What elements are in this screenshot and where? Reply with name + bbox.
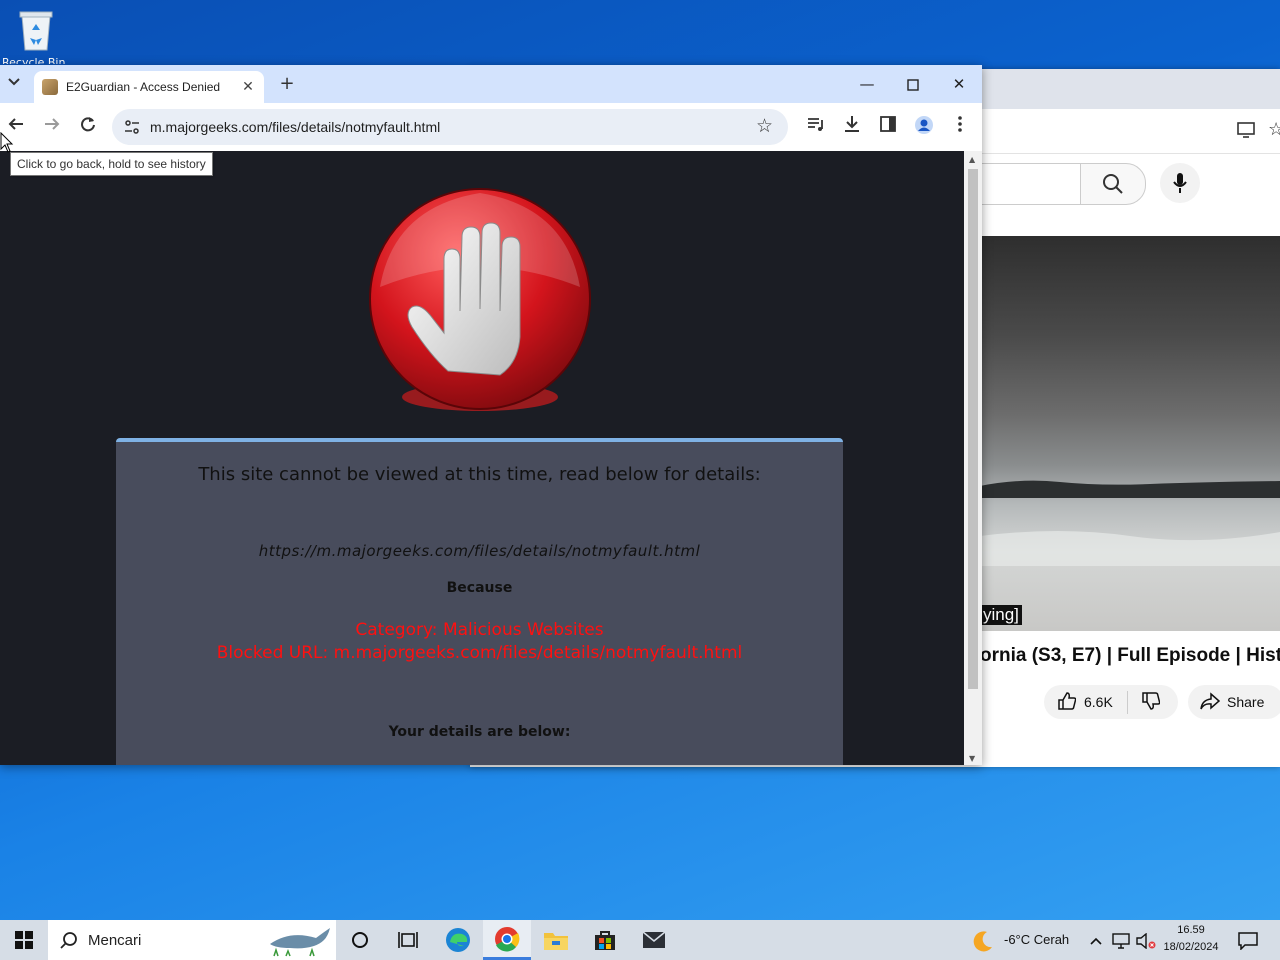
bookmark-star-icon[interactable]: ☆	[756, 115, 773, 137]
notification-center-icon[interactable]	[1238, 920, 1258, 960]
browser-window[interactable]: E2Guardian - Access Denied ✕ + — ✕ m.maj…	[0, 65, 982, 765]
like-icon[interactable]	[1056, 691, 1077, 714]
reload-icon	[81, 117, 95, 132]
download-icon[interactable]	[840, 115, 864, 139]
youtube-search-button[interactable]	[1080, 163, 1146, 205]
taskbar-search[interactable]: Mencari	[48, 920, 336, 960]
network-icon[interactable]	[1112, 920, 1130, 960]
forward-arrow-icon	[45, 118, 60, 130]
weather-moon-icon[interactable]	[970, 920, 994, 960]
maximize-button[interactable]	[890, 69, 936, 99]
close-button[interactable]: ✕	[936, 69, 982, 99]
title-bar: E2Guardian - Access Denied ✕ + — ✕	[0, 65, 982, 103]
volume-muted-icon[interactable]	[1136, 920, 1156, 960]
details-heading: Your details are below:	[388, 724, 571, 740]
tab-title: E2Guardian - Access Denied	[66, 80, 221, 94]
page-scrollbar[interactable]: ▲ ▼	[964, 151, 982, 765]
video-player[interactable]	[980, 236, 1280, 631]
scrollbar-thumb[interactable]	[968, 169, 978, 689]
edge-browser-icon[interactable]	[434, 920, 482, 960]
stop-hand-icon	[366, 187, 594, 415]
mouse-cursor-icon	[0, 132, 14, 153]
forward-button[interactable]	[40, 115, 64, 139]
whale-doodle-icon	[270, 928, 330, 957]
mail-icon[interactable]	[630, 920, 678, 960]
chevron-down-icon	[8, 78, 20, 86]
blocked-url-full: https://m.majorgeeks.com/files/details/n…	[258, 542, 701, 560]
video-title[interactable]: ornia (S3, E7) | Full Episode | Histo	[980, 645, 1280, 667]
clock-date: 18/02/2024	[1163, 941, 1219, 953]
because-label: Because	[446, 580, 513, 596]
page-content: This site cannot be viewed at this time,…	[0, 151, 964, 765]
file-explorer-icon[interactable]	[532, 920, 580, 960]
tab-active[interactable]: E2Guardian - Access Denied ✕	[34, 71, 264, 103]
clock-time: 16.59	[1177, 924, 1205, 936]
video-caption: ying]	[980, 605, 1022, 625]
new-tab-button[interactable]: +	[276, 73, 298, 95]
windows-logo-icon	[15, 931, 33, 949]
search-icon	[60, 932, 77, 949]
back-button-tooltip: Click to go back, hold to see history	[10, 152, 213, 176]
profile-avatar-icon[interactable]	[912, 115, 936, 139]
share-icon	[1200, 691, 1221, 713]
url-text[interactable]: m.majorgeeks.com/files/details/notmyfaul…	[150, 109, 440, 145]
weather-text[interactable]: -6°C Cerah	[1004, 920, 1069, 960]
share-button[interactable]: Share	[1188, 685, 1280, 719]
start-button[interactable]	[0, 920, 48, 960]
tab-search-button[interactable]	[2, 75, 26, 95]
show-hidden-icons[interactable]	[1090, 920, 1102, 960]
address-bar[interactable]: m.majorgeeks.com/files/details/notmyfaul…	[112, 109, 788, 145]
taskbar: Mencari -6°C Cerah 16.59 18/02/2024	[0, 920, 1280, 960]
bookmark-star-icon[interactable]: ☆	[1268, 119, 1280, 140]
side-panel-icon[interactable]	[876, 115, 900, 139]
chrome-browser-icon[interactable]	[483, 920, 531, 960]
tab-close-icon[interactable]: ✕	[238, 79, 258, 95]
cortana-icon[interactable]	[336, 920, 384, 960]
maximize-icon	[907, 78, 919, 91]
recycle-bin-label: Recycle Bin	[2, 56, 66, 64]
like-dislike-group[interactable]: 6.6K	[1044, 685, 1178, 719]
like-count: 6.6K	[1084, 694, 1113, 710]
back-arrow-icon	[8, 118, 23, 130]
site-info-icon[interactable]	[124, 119, 140, 139]
cast-icon[interactable]	[1236, 121, 1256, 143]
reload-button[interactable]	[76, 115, 100, 139]
tab-favicon	[42, 79, 58, 95]
denial-heading: This site cannot be viewed at this time,…	[198, 464, 761, 485]
chevron-up-icon	[1090, 937, 1102, 945]
minimize-button[interactable]: —	[844, 69, 890, 99]
recycle-bin-icon[interactable]	[16, 8, 56, 52]
microsoft-store-icon[interactable]	[581, 920, 629, 960]
blocked-url-line: Blocked URL: m.majorgeeks.com/files/deta…	[216, 643, 743, 663]
task-view-icon[interactable]	[384, 920, 432, 960]
navigation-bar: m.majorgeeks.com/files/details/notmyfaul…	[0, 103, 982, 151]
dislike-icon[interactable]	[1126, 690, 1161, 714]
taskbar-search-placeholder: Mencari	[88, 931, 142, 949]
menu-kebab-icon[interactable]	[948, 115, 972, 139]
microphone-icon	[1173, 173, 1187, 193]
search-icon	[1103, 174, 1123, 194]
block-category: Category: Malicious Websites	[355, 620, 604, 640]
voice-search-button[interactable]	[1160, 163, 1200, 203]
denial-panel: This site cannot be viewed at this time,…	[116, 438, 843, 765]
system-clock[interactable]: 16.59 18/02/2024	[1158, 922, 1224, 956]
media-controls-icon[interactable]	[804, 115, 828, 139]
share-label: Share	[1227, 694, 1265, 710]
